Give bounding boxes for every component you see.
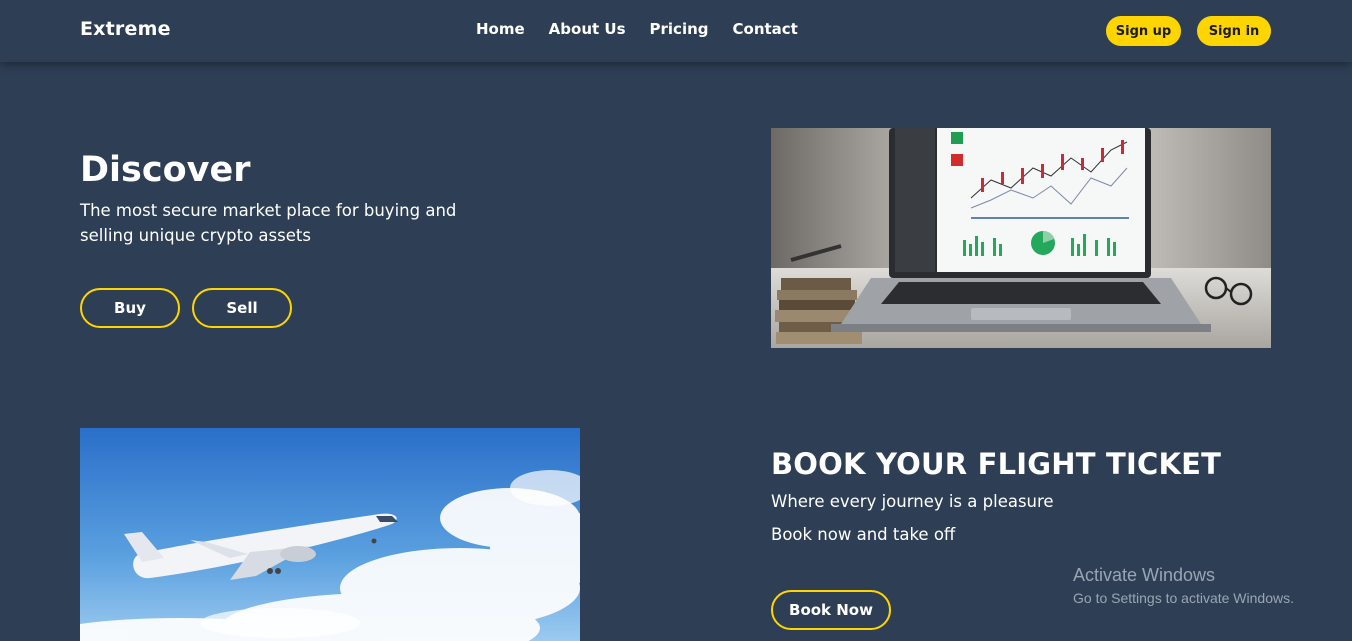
trading-laptop-image — [771, 128, 1271, 348]
sign-up-button[interactable]: Sign up — [1106, 16, 1181, 46]
hero-title: Discover — [80, 150, 251, 190]
flight-title: BOOK YOUR FLIGHT TICKET — [771, 447, 1222, 481]
nav-link-pricing[interactable]: Pricing — [650, 20, 709, 38]
airplane-image — [80, 428, 580, 641]
buy-button[interactable]: Buy — [80, 288, 180, 328]
nav-link-home[interactable]: Home — [476, 20, 525, 38]
nav-links: Home About Us Pricing Contact — [476, 20, 798, 38]
nav-link-contact[interactable]: Contact — [733, 20, 798, 38]
book-now-button[interactable]: Book Now — [771, 590, 891, 630]
sell-button[interactable]: Sell — [192, 288, 292, 328]
activate-windows-title: Activate Windows — [1073, 565, 1216, 585]
brand-logo[interactable]: Extreme — [80, 18, 171, 40]
nav-link-about-us[interactable]: About Us — [549, 20, 626, 38]
flight-call-to-action-text: Book now and take off — [771, 525, 956, 544]
activate-windows-subtitle: Go to Settings to activate Windows. — [1073, 590, 1294, 606]
sign-in-button[interactable]: Sign in — [1197, 16, 1271, 46]
activate-windows-watermark: Activate Windows Go to Settings to activ… — [1073, 565, 1294, 606]
flight-tagline: Where every journey is a pleasure — [771, 492, 1054, 511]
navbar: Extreme Home About Us Pricing Contact Si… — [0, 0, 1352, 62]
hero-subtitle: The most secure market place for buying … — [80, 201, 457, 245]
